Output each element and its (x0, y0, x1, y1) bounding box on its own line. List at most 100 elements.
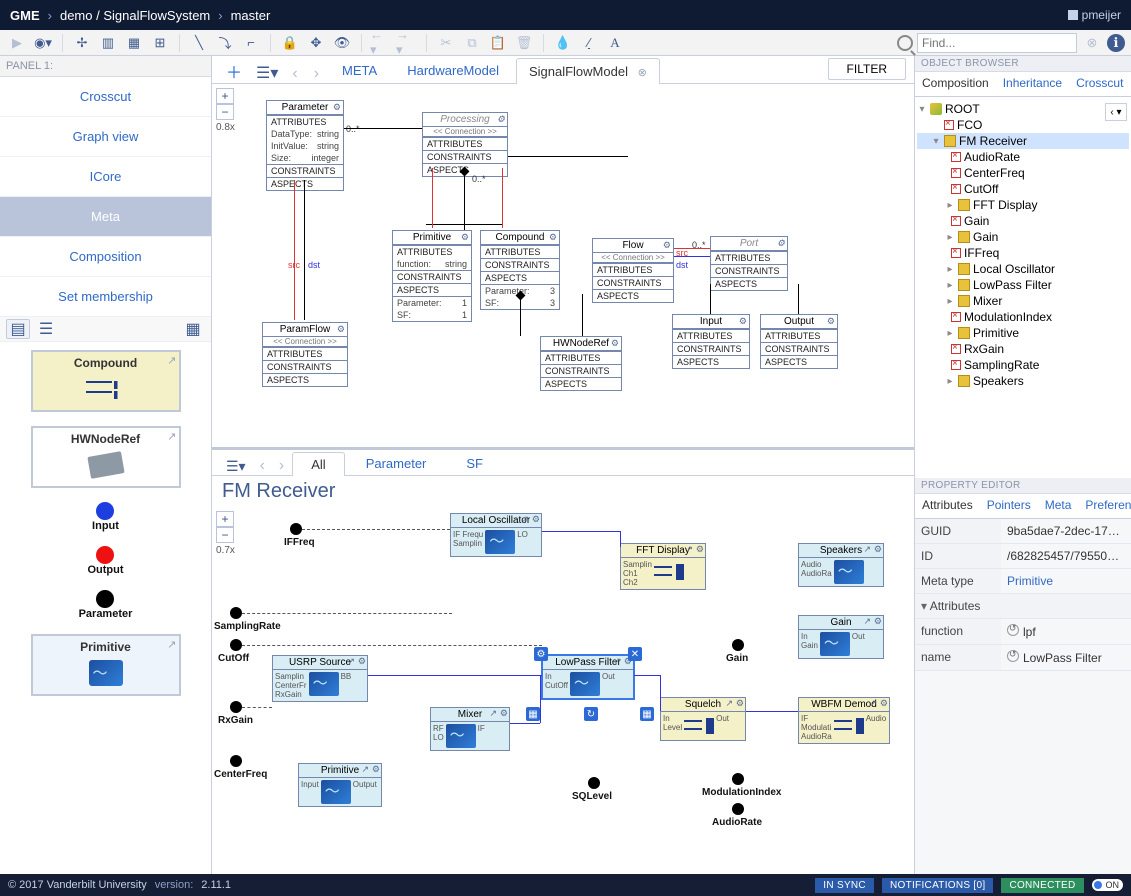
prop-tab-preferences[interactable]: Preferences (1078, 494, 1131, 518)
gear-icon[interactable]: ⚙ (736, 698, 744, 709)
link-icon[interactable]: ↗ (347, 656, 355, 667)
aspect-all[interactable]: All (292, 452, 344, 476)
selection-handle[interactable]: ▦ (526, 707, 540, 721)
block-wbfm-demod[interactable]: WBFM Demod↗⚙ IFModulatiAudioRaAudio (798, 697, 890, 744)
redo-icon[interactable]: → ▾ (396, 33, 418, 53)
object-tree[interactable]: ‹ ▾ ▾ROOT FCO ▾FM Receiver AudioRate Cen… (915, 97, 1131, 478)
browser-tab-inheritance[interactable]: Inheritance (996, 72, 1069, 96)
prop-tab-pointers[interactable]: Pointers (980, 494, 1038, 518)
tree-node[interactable]: Primitive (973, 326, 1019, 340)
tab-signalflowmodel[interactable]: SignalFlowModel ⊗ (516, 58, 660, 84)
text-icon[interactable]: A (604, 33, 626, 53)
selection-handle[interactable]: ▦ (640, 707, 654, 721)
tree-node[interactable]: AudioRate (964, 150, 1020, 164)
connection-status[interactable]: CONNECTED (1001, 878, 1083, 893)
tree-node[interactable]: FFT Display (973, 198, 1037, 212)
step-icon[interactable]: ⌐ (240, 33, 262, 53)
left-tab-setmembership[interactable]: Set membership (0, 277, 211, 317)
tree-node[interactable]: FM Receiver (959, 134, 1027, 148)
tree-node[interactable]: CutOff (964, 182, 998, 196)
crosshair-icon[interactable]: ✢ (71, 33, 93, 53)
cut-icon[interactable]: ✂ (435, 33, 457, 53)
block-primitive[interactable]: Primitive↗⚙ InputOutput (298, 763, 382, 807)
revert-icon[interactable] (1007, 624, 1019, 636)
line-icon[interactable]: ╲ (188, 33, 210, 53)
gear-icon[interactable]: ⚙ (827, 316, 835, 327)
gear-icon[interactable]: ⚙ (372, 764, 380, 775)
play-icon[interactable]: ▶ (6, 33, 28, 53)
parameter-icon[interactable] (96, 590, 114, 608)
palette-hwnoderef[interactable]: ↗ HWNodeRef (31, 426, 181, 488)
input-icon[interactable] (96, 502, 114, 520)
eye-icon[interactable]: 👁 (331, 33, 353, 53)
underline-icon[interactable]: ⁄ (578, 33, 600, 53)
gear-icon[interactable]: ⚙ (739, 316, 747, 327)
left-tab-crosscut[interactable]: Crosscut (0, 77, 211, 117)
metabox-flow[interactable]: Flow⚙ << Connection >> ATTRIBUTES CONSTR… (592, 238, 674, 303)
prop-tab-meta[interactable]: Meta (1038, 494, 1079, 518)
sync-status[interactable]: IN SYNC (815, 878, 874, 893)
browser-tab-crosscut[interactable]: Crosscut (1069, 72, 1130, 96)
param-centerfreq[interactable] (230, 755, 242, 767)
aspect-sf[interactable]: SF (447, 451, 502, 475)
gear-icon[interactable]: ⚙ (663, 240, 671, 251)
copy-icon[interactable]: ⧉ (461, 33, 483, 53)
add-tab-button[interactable]: ＋ (220, 59, 248, 83)
list-view-icon[interactable]: ☰ (34, 319, 58, 339)
left-tab-composition[interactable]: Composition (0, 237, 211, 277)
block-local-oscillator[interactable]: Local Oscillator↗⚙ IF FrequSamplinLO (450, 513, 542, 557)
tree-node[interactable]: Gain (964, 214, 989, 228)
tree-node[interactable]: CenterFreq (964, 166, 1025, 180)
toggle-switch[interactable]: ON (1092, 879, 1124, 891)
param-cutoff[interactable] (230, 639, 242, 651)
tab-hardwaremodel[interactable]: HardwareModel (394, 57, 512, 83)
link-icon[interactable]: ↗ (869, 698, 877, 709)
tree-node[interactable]: FCO (957, 118, 982, 132)
move-icon[interactable]: ✥ (305, 33, 327, 53)
selection-handle[interactable]: ⚙ (534, 647, 548, 661)
zoom-out-button[interactable]: − (216, 104, 234, 120)
link-icon[interactable]: ↗ (863, 616, 871, 627)
grid-settings-icon[interactable]: ▦ (181, 319, 205, 339)
link-icon[interactable]: ↗ (725, 698, 733, 709)
palette-compound[interactable]: ↗ Compound (31, 350, 181, 412)
palette-primitive[interactable]: ↗ Primitive (31, 634, 181, 696)
tabs-menu-icon[interactable]: ☰▾ (252, 63, 282, 83)
model-canvas[interactable]: + − 0.7x IFFreq SamplingRate CutOff RxGa… (212, 507, 914, 874)
tree-node[interactable]: Local Oscillator (973, 262, 1055, 276)
link-icon[interactable]: ↗ (489, 708, 497, 719)
clear-search-icon[interactable]: ⊗ (1081, 33, 1103, 53)
link-icon[interactable]: ↗ (863, 544, 871, 555)
metabox-port[interactable]: Port⚙ ATTRIBUTES CONSTRAINTS ASPECTS (710, 236, 788, 291)
link-icon[interactable]: ↗ (361, 764, 369, 775)
help-icon[interactable]: ℹ (1107, 34, 1125, 52)
meta-canvas[interactable]: + − 0.8x Parameter⚙ ATTRIBUTES DataType:… (212, 84, 914, 447)
tree-node[interactable]: ROOT (945, 102, 980, 116)
prop-section[interactable]: Attributes (915, 594, 1131, 619)
next-tab-icon[interactable]: › (308, 65, 325, 83)
gear-icon[interactable]: ⚙ (874, 544, 882, 555)
metabox-input[interactable]: Input⚙ ATTRIBUTES CONSTRAINTS ASPECTS (672, 314, 750, 369)
block-mixer[interactable]: Mixer↗⚙ RFLOIF (430, 707, 510, 751)
tree-node[interactable]: SamplingRate (964, 358, 1039, 372)
gear-icon[interactable]: ⚙ (358, 656, 366, 667)
gear-icon[interactable]: ⚙ (333, 102, 341, 113)
param-sqlevel[interactable] (588, 777, 600, 789)
gear-icon[interactable]: ⚙ (461, 232, 469, 243)
gear-icon[interactable]: ⚙ (874, 616, 882, 627)
metabox-hwnoderef[interactable]: HWNodeRef⚙ ATTRIBUTES CONSTRAINTS ASPECT… (540, 336, 622, 391)
paste-icon[interactable]: 📋 (487, 33, 509, 53)
gear-icon[interactable]: ⚙ (777, 238, 785, 249)
gear-icon[interactable]: ⚙ (880, 698, 888, 709)
gear-icon[interactable]: ⚙ (337, 324, 345, 335)
delete-icon[interactable]: 🗑 (513, 33, 535, 53)
tree-node[interactable]: Gain (973, 230, 998, 244)
param-rxgain[interactable] (230, 701, 242, 713)
prop-value[interactable]: Primitive (1001, 569, 1131, 593)
undo-icon[interactable]: ← ▾ (370, 33, 392, 53)
gear-icon[interactable]: ⚙ (532, 514, 540, 525)
link-icon[interactable]: ↗ (613, 656, 621, 667)
selection-handle[interactable]: ✕ (628, 647, 642, 661)
grid-small-icon[interactable]: ▦ (123, 33, 145, 53)
gear-icon[interactable]: ⚙ (611, 338, 619, 349)
